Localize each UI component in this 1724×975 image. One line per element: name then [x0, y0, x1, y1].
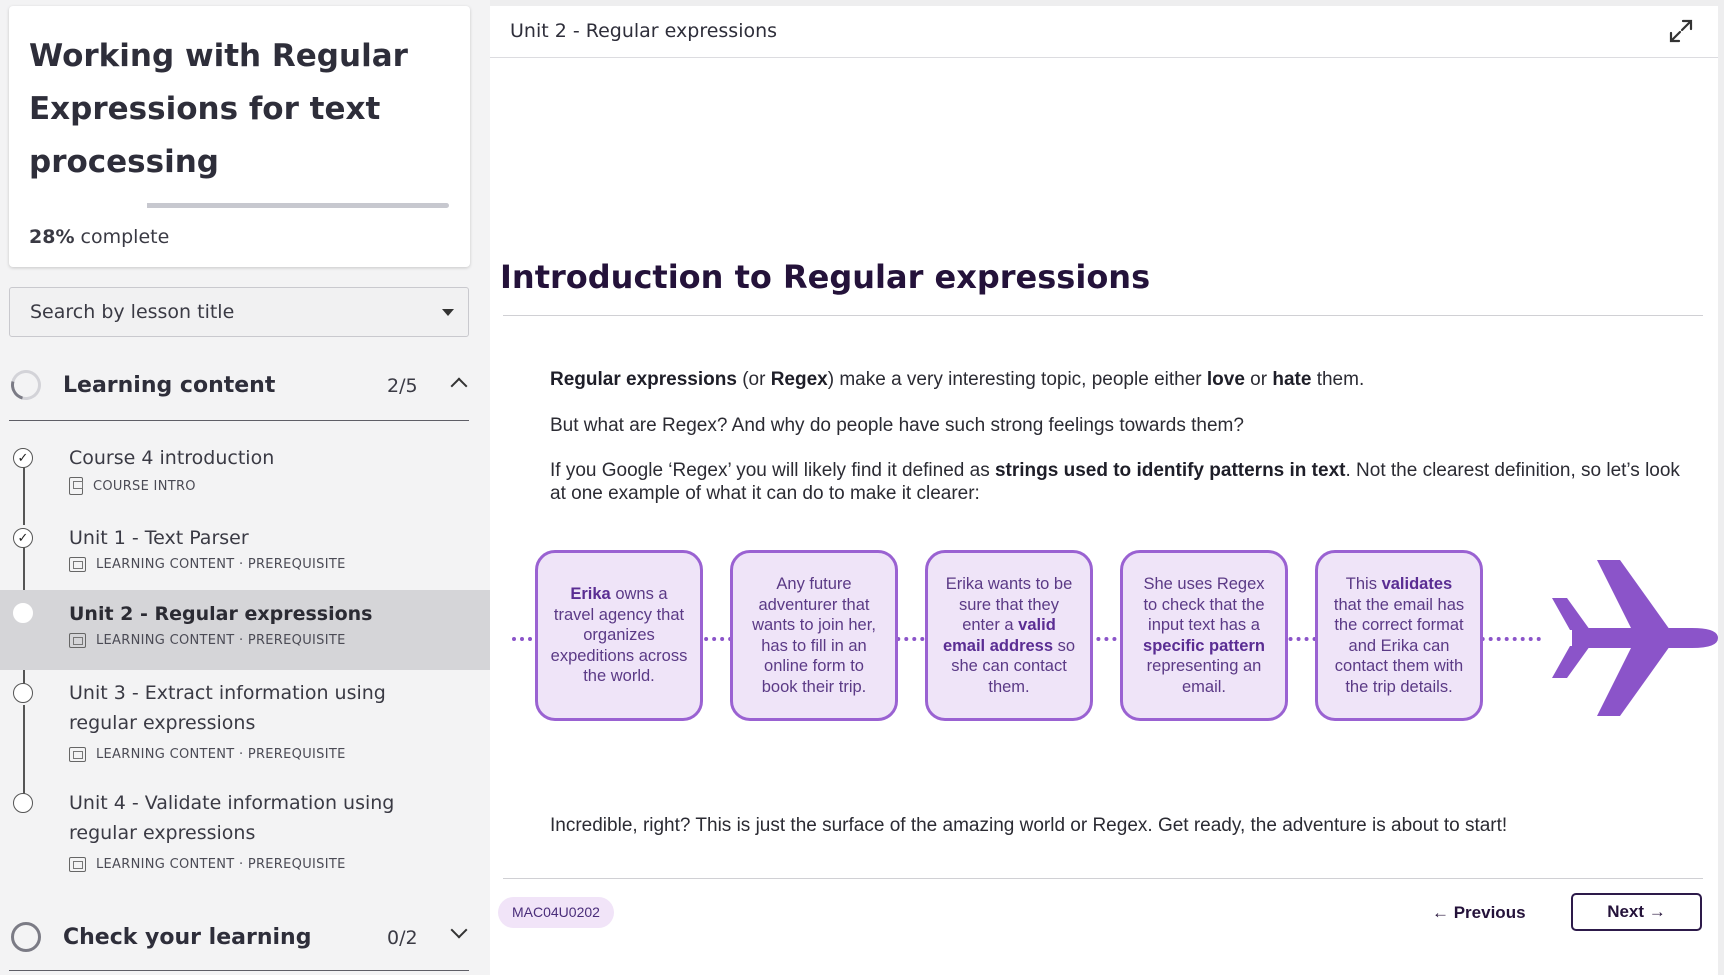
flow-text: This — [1345, 575, 1382, 593]
flow-step-1: Erika owns a travel agency that organize… — [535, 550, 703, 721]
progress-bar — [147, 203, 449, 208]
term-love: love — [1206, 369, 1245, 390]
lesson-title: Unit 1 - Text Parser — [69, 527, 249, 549]
airplane-icon — [1552, 560, 1718, 716]
flow-step-2: Any future adventurer that wants to join… — [730, 550, 898, 721]
caret-down-icon — [442, 309, 454, 316]
check-icon: ✓ — [13, 528, 33, 548]
term-hate: hate — [1272, 369, 1312, 390]
lesson-topbar: Unit 2 - Regular expressions — [490, 6, 1718, 58]
section-count: 0/2 — [387, 927, 418, 949]
lesson-search-select[interactable]: Search by lesson title — [9, 287, 469, 337]
lesson-meta: LEARNING CONTENT · PREREQUISITE — [69, 633, 346, 648]
progress-text: 28% complete — [29, 226, 169, 248]
expand-icon[interactable] — [1668, 18, 1694, 44]
not-started-icon — [13, 683, 33, 703]
lesson-meta-text: COURSE INTRO — [93, 478, 196, 494]
unit-title: Unit 2 - Regular expressions — [510, 20, 778, 42]
lesson-item-unit-3[interactable]: Unit 3 - Extract information using regul… — [0, 678, 490, 778]
lesson-item-course-intro[interactable]: ✓ Course 4 introduction COURSE INTRO — [0, 437, 490, 513]
lesson-meta: LEARNING CONTENT · PREREQUISITE — [69, 747, 346, 762]
lesson-title: Unit 3 - Extract information using regul… — [69, 682, 386, 734]
term-definition: strings used to identify patterns in tex… — [994, 460, 1346, 481]
lesson-content-panel: Unit 2 - Regular expressions Introductio… — [490, 6, 1718, 975]
course-sidebar: Working with Regular Expressions for tex… — [0, 0, 490, 975]
lesson-title: Unit 2 - Regular expressions — [69, 603, 373, 625]
slides-icon — [69, 633, 86, 648]
term-regex: Regex — [770, 369, 828, 390]
lesson-meta: LEARNING CONTENT · PREREQUISITE — [69, 857, 346, 872]
flow-text: representing an email. — [1146, 657, 1262, 696]
lesson-title: Unit 4 - Validate information using regu… — [69, 792, 395, 844]
progress-suffix: complete — [74, 226, 170, 248]
flow-step-5: This validates that the email has the co… — [1315, 550, 1483, 721]
flow-emphasis: Erika — [570, 585, 611, 604]
flow-emphasis: validates — [1381, 575, 1453, 593]
section-label: Learning content — [63, 373, 276, 398]
lesson-item-unit-1[interactable]: ✓ Unit 1 - Text Parser LEARNING CONTENT … — [0, 517, 490, 593]
lesson-title: Course 4 introduction — [69, 447, 275, 469]
next-button[interactable]: Next → — [1571, 893, 1702, 931]
section-divider — [9, 420, 469, 421]
definition-paragraph: If you Google ‘Regex’ you will likely fi… — [550, 459, 1700, 505]
section-count: 2/5 — [387, 375, 418, 397]
closing-paragraph: Incredible, right? This is just the surf… — [550, 815, 1508, 836]
lesson-item-unit-2[interactable]: Unit 2 - Regular expressions LEARNING CO… — [0, 590, 490, 670]
flow-step-3: Erika wants to be sure that they enter a… — [925, 550, 1093, 721]
flow-emphasis: specific pattern — [1143, 636, 1265, 655]
course-card: Working with Regular Expressions for tex… — [9, 6, 470, 267]
lesson-meta-text: LEARNING CONTENT · PREREQUISITE — [96, 747, 346, 762]
flow-text: Any future adventurer that wants to join… — [752, 575, 876, 696]
text-fragment: (or — [736, 369, 771, 390]
section-check-your-learning[interactable]: Check your learning 0/2 — [9, 914, 469, 964]
lesson-meta-text: LEARNING CONTENT · PREREQUISITE — [96, 857, 346, 872]
lesson-meta: COURSE INTRO — [69, 477, 196, 495]
intro-paragraph: Regular expressions (or Regex) make a ve… — [550, 368, 1700, 391]
lesson-item-unit-4[interactable]: Unit 4 - Validate information using regu… — [0, 788, 490, 888]
heading-divider — [503, 315, 1703, 316]
progress-ring-icon — [11, 922, 41, 952]
lesson-meta: LEARNING CONTENT · PREREQUISITE — [69, 557, 346, 572]
text-fragment: them. — [1311, 369, 1365, 390]
flow-text: that the email has the correct format an… — [1333, 595, 1465, 696]
text-fragment: or — [1244, 369, 1273, 390]
term-regular-expressions: Regular expressions — [550, 369, 737, 390]
regex-example-flow-diagram: Erika owns a travel agency that organize… — [512, 546, 1722, 726]
check-icon: ✓ — [13, 448, 33, 468]
slides-icon — [69, 857, 86, 872]
text-fragment: If you Google ‘Regex’ you will likely fi… — [550, 460, 995, 481]
lesson-meta-text: LEARNING CONTENT · PREREQUISITE — [96, 557, 346, 572]
section-learning-content[interactable]: Learning content 2/5 — [5, 362, 469, 412]
page-title: Introduction to Regular expressions — [500, 258, 1151, 296]
lesson-code-badge: MAC04U0202 — [498, 897, 614, 928]
section-divider — [9, 970, 469, 971]
footer-divider — [503, 878, 1703, 879]
current-lesson-icon — [13, 603, 33, 623]
lesson-meta-text: LEARNING CONTENT · PREREQUISITE — [96, 633, 346, 648]
flow-step-4: She uses Regex to check that the input t… — [1120, 550, 1288, 721]
slides-icon — [69, 557, 86, 572]
search-placeholder: Search by lesson title — [30, 301, 235, 323]
slides-icon — [69, 747, 86, 762]
progress-ring-icon — [5, 364, 47, 406]
document-icon — [69, 477, 83, 495]
text-fragment: ) make a very interesting topic, people … — [827, 369, 1207, 390]
not-started-icon — [13, 793, 33, 813]
question-paragraph: But what are Regex? And why do people ha… — [550, 415, 1244, 436]
chevron-up-icon[interactable] — [450, 377, 468, 395]
progress-percent: 28% — [29, 226, 75, 248]
section-label: Check your learning — [63, 925, 312, 950]
chevron-down-icon[interactable] — [450, 921, 468, 939]
previous-button[interactable]: ← Previous — [1432, 898, 1526, 928]
course-title: Working with Regular Expressions for tex… — [29, 38, 408, 180]
flow-text: She uses Regex to check that the input t… — [1143, 575, 1265, 634]
